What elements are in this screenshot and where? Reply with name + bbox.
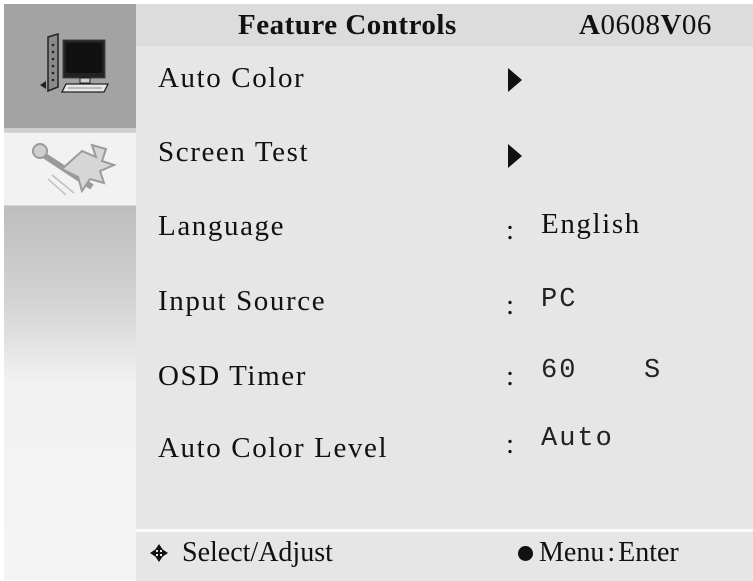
input-source-value[interactable]: PC — [541, 285, 577, 315]
osd-timer-unit: S — [644, 356, 663, 386]
model-mid: 0608 — [600, 9, 661, 41]
model-code: A0608V06 — [579, 9, 712, 42]
menu-button-dot-icon — [518, 545, 533, 561]
auto-color-level-value[interactable]: Auto — [541, 424, 614, 454]
feature-controls-panel: Feature Controls A0608V06 Auto Color Scr… — [136, 4, 753, 581]
menu-item-auto-color[interactable]: Auto Color — [158, 62, 305, 95]
model-suffix: 06 — [681, 9, 712, 41]
language-colon: : — [506, 214, 515, 246]
footer-select-hint: Select/Adjust — [146, 537, 333, 569]
osd-timer-colon: : — [506, 360, 515, 392]
page-title: Feature Controls — [238, 9, 457, 41]
footer-select-label: Select/Adjust — [182, 537, 333, 568]
footer-divider — [136, 529, 753, 532]
footer-menu-key: Menu — [539, 537, 605, 568]
model-v: V — [660, 9, 682, 41]
input-source-colon: : — [506, 289, 515, 321]
four-way-arrows-icon — [150, 544, 168, 562]
screen-test-arrow-icon[interactable] — [508, 144, 522, 168]
menu-item-auto-color-level[interactable]: Auto Color Level — [158, 432, 388, 465]
monitor-icon — [40, 32, 110, 93]
tools-icon — [32, 143, 117, 196]
footer-menu-hint: Menu : Enter — [518, 537, 679, 569]
menu-item-language[interactable]: Language — [158, 210, 285, 243]
language-value[interactable]: English — [541, 208, 641, 241]
menu-item-osd-timer[interactable]: OSD Timer — [158, 360, 307, 393]
sidebar — [4, 4, 136, 580]
model-prefix: A — [579, 9, 601, 41]
menu-item-screen-test[interactable]: Screen Test — [158, 136, 309, 169]
footer-menu-sep: : — [607, 537, 616, 568]
osd-timer-value[interactable]: 60 — [541, 356, 577, 386]
sidebar-tab-tools[interactable] — [4, 132, 136, 206]
auto-color-arrow-icon[interactable] — [508, 68, 522, 92]
auto-color-level-colon: : — [506, 428, 515, 460]
footer-menu-action: Enter — [618, 537, 679, 568]
sidebar-tab-monitor[interactable] — [4, 4, 136, 128]
menu-item-input-source[interactable]: Input Source — [158, 285, 326, 318]
header-bar: Feature Controls A0608V06 — [136, 4, 753, 46]
